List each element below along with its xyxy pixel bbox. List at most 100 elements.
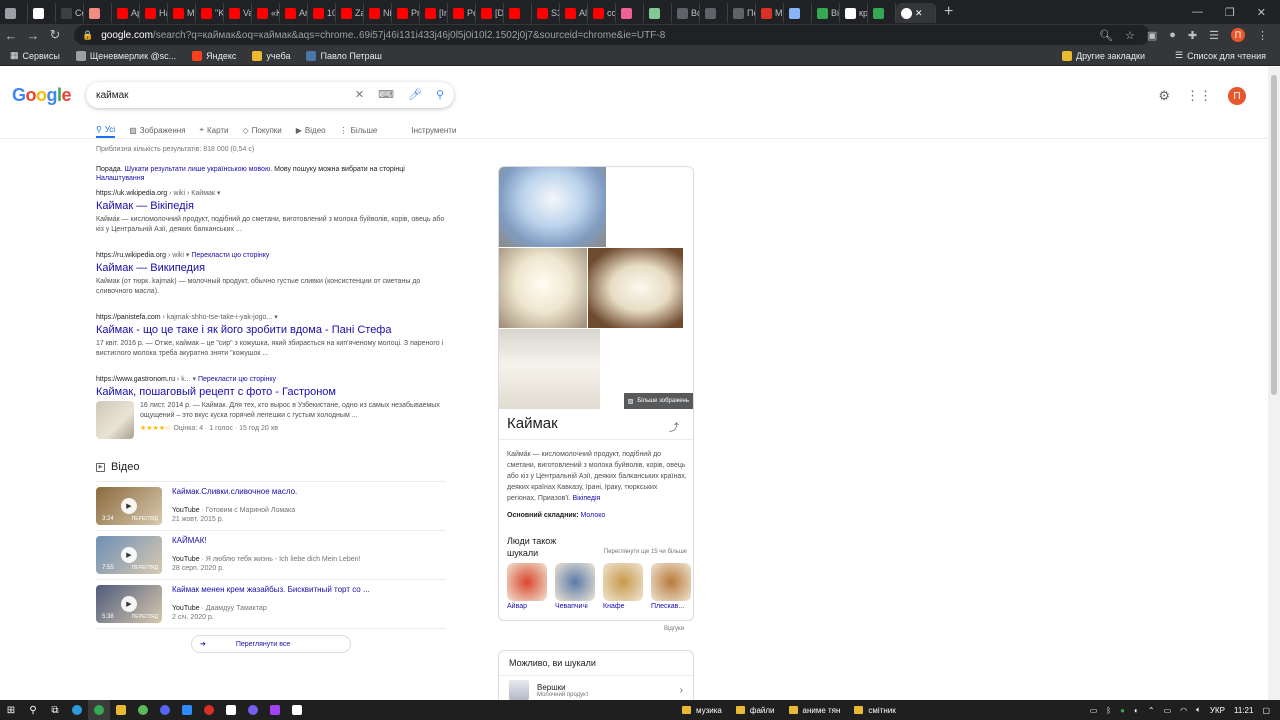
mic-icon[interactable]: 🎤︎ — [408, 88, 422, 101]
browser-tab[interactable]: 10 — [308, 3, 336, 23]
record-icon[interactable] — [198, 700, 220, 720]
extension-icon[interactable]: ▣ — [1147, 29, 1157, 42]
battery-icon[interactable]: ▭ — [1164, 706, 1172, 715]
share-icon[interactable]: ⤴ — [669, 419, 679, 434]
back-icon[interactable]: ← — [0, 28, 22, 43]
minimize-icon[interactable]: — — [1192, 6, 1203, 18]
video-title[interactable]: Каймак менен крем жазайбыз. Бисквитный т… — [172, 585, 370, 594]
related-dish[interactable]: Чевапчичі — [555, 563, 595, 610]
result-url[interactable]: https://uk.wikipedia.org › wiki › Каймак… — [96, 189, 446, 197]
browser-tab[interactable]: S3 — [532, 3, 560, 23]
avatar[interactable]: П — [1228, 87, 1246, 105]
bookmark-item[interactable]: учеба — [252, 50, 290, 61]
close-window-icon[interactable]: ✕ — [1257, 6, 1266, 19]
chevron-up-icon[interactable]: ⌃ — [1148, 706, 1155, 715]
caret-down-icon[interactable]: ▾ — [274, 314, 278, 321]
browser-tab[interactable]: [In — [420, 3, 448, 23]
result-url[interactable]: https://ru.wikipedia.org › wiki ▾ Перекл… — [96, 251, 446, 259]
scrollbar-thumb[interactable] — [1271, 75, 1277, 395]
browser-tab[interactable]: Pe — [448, 3, 476, 23]
zoom-icon[interactable]: 🔍︎ — [1099, 29, 1113, 42]
document-icon[interactable] — [220, 700, 242, 720]
related-dish[interactable]: Плескав... — [651, 563, 691, 610]
video-title[interactable]: КАЙМАК! — [172, 536, 360, 545]
language-indicator[interactable]: УКР — [1210, 706, 1225, 715]
apps-grid-icon[interactable]: ⋮⋮ — [1186, 88, 1212, 104]
browser-tab[interactable] — [644, 3, 672, 23]
browser-tab[interactable] — [700, 3, 728, 23]
tray-green-icon[interactable]: ● — [1120, 706, 1125, 715]
app-icon[interactable] — [66, 700, 88, 720]
bookmark-star-icon[interactable]: ☆ — [1125, 29, 1135, 42]
windows-start-icon[interactable]: ⊞ — [0, 700, 22, 720]
result-url[interactable]: https://panistefa.com › kajmak-shho-tse-… — [96, 313, 446, 321]
extension-dark-icon[interactable]: ● — [1169, 29, 1176, 41]
bookmark-apps[interactable]: ▦ Сервисы — [10, 50, 60, 61]
video-thumbnail[interactable]: ▶ 5:38 ПЕРЕГЛЯД — [96, 585, 162, 623]
kaymak-image-package[interactable] — [499, 167, 606, 247]
related-dish[interactable]: Кнафе — [603, 563, 643, 610]
reading-list[interactable]: ☰ Список для чтения — [1175, 50, 1266, 61]
browser-tab[interactable]: Пс — [728, 3, 756, 23]
tools-button[interactable]: Інструменти — [411, 122, 456, 138]
search-icon[interactable]: ⚲ — [22, 700, 44, 720]
browser-tab[interactable]: Ni — [364, 3, 392, 23]
bookmark-item[interactable]: Щеневмерлик @sc... — [75, 50, 176, 61]
browser-tab[interactable]: [D — [476, 3, 504, 23]
folder-button[interactable]: смітник — [854, 706, 896, 715]
browser-tab[interactable]: Za — [336, 3, 364, 23]
page-scrollbar[interactable] — [1268, 67, 1280, 700]
kaymak-image-roll[interactable] — [499, 248, 587, 328]
new-tab-icon[interactable]: + — [944, 3, 953, 21]
browser-tab[interactable]: co — [588, 3, 616, 23]
translate-link[interactable]: Перекласти цю сторінку — [191, 252, 269, 259]
browser-tab[interactable]: M — [756, 3, 784, 23]
document-icon[interactable] — [286, 700, 308, 720]
profile-avatar[interactable]: П — [1231, 28, 1245, 42]
browser-tab[interactable] — [784, 3, 812, 23]
browser-tab[interactable]: «K — [252, 3, 280, 23]
result-title[interactable]: Каймак — Википедия — [96, 262, 446, 274]
folder-button[interactable]: файли — [735, 706, 775, 715]
search-icon[interactable]: ⚲ — [436, 88, 444, 101]
tab-maps[interactable]: ⌖ Карти — [199, 122, 228, 138]
ingredient-link[interactable]: Молоко — [581, 512, 606, 519]
app-icon[interactable] — [264, 700, 286, 720]
viber-icon[interactable] — [242, 700, 264, 720]
close-tab-icon[interactable]: ✕ — [915, 8, 923, 19]
result-title[interactable]: Каймак, пошаговый рецепт с фото - Гастро… — [96, 386, 446, 398]
play-icon[interactable]: ▶ — [121, 547, 137, 563]
app-icon[interactable] — [132, 700, 154, 720]
task-view-icon[interactable]: ⧉ — [44, 700, 66, 720]
browser-tab[interactable]: кр — [840, 3, 868, 23]
browser-tab[interactable]: Bc — [672, 3, 700, 23]
browser-tab[interactable]: Va — [224, 3, 252, 23]
browser-tab-active[interactable]: ✕ — [896, 3, 936, 23]
translate-link[interactable]: Перекласти цю сторінку — [198, 376, 276, 383]
bookmark-item[interactable]: Павло Петраш — [306, 50, 382, 61]
result-title[interactable]: Каймак - що це таке і як його зробити вд… — [96, 324, 446, 336]
tab-all[interactable]: ⚲ Усі — [96, 122, 116, 138]
browser-tab[interactable] — [868, 3, 896, 23]
browser-tab[interactable]: Co — [56, 3, 84, 23]
puzzle-icon[interactable]: ✚ — [1188, 29, 1197, 42]
google-logo[interactable]: Google — [12, 85, 72, 106]
more-images-button[interactable]: ▨ Більше зображень — [623, 393, 693, 409]
tray-app-icon[interactable]: ▭ — [1090, 706, 1098, 715]
reading-list-icon[interactable]: ☰ — [1209, 29, 1219, 42]
restore-icon[interactable]: ❐ — [1225, 6, 1235, 19]
browser-tab[interactable]: Pr — [392, 3, 420, 23]
caret-down-icon[interactable]: ▾ — [186, 252, 190, 259]
reload-icon[interactable]: ↻ — [44, 27, 66, 43]
video-thumbnail[interactable]: ▶ 3:24 ПЕРЕГЛЯД — [96, 487, 162, 525]
notifications-icon[interactable]: ▢ — [1262, 706, 1270, 715]
clear-icon[interactable]: ✕ — [355, 88, 364, 101]
browser-tab[interactable] — [84, 3, 112, 23]
browser-tab[interactable]: Ha — [140, 3, 168, 23]
browser-tab[interactable] — [616, 3, 644, 23]
result-url[interactable]: https://www.gastronom.ru › k... ▾ Перекл… — [96, 375, 446, 383]
browser-tab[interactable]: Ap — [112, 3, 140, 23]
related-dish[interactable]: Айвар — [507, 563, 547, 610]
browser-tab[interactable] — [504, 3, 532, 23]
search-input[interactable]: каймак ✕ ⌨ 🎤︎ ⚲ — [86, 82, 454, 108]
